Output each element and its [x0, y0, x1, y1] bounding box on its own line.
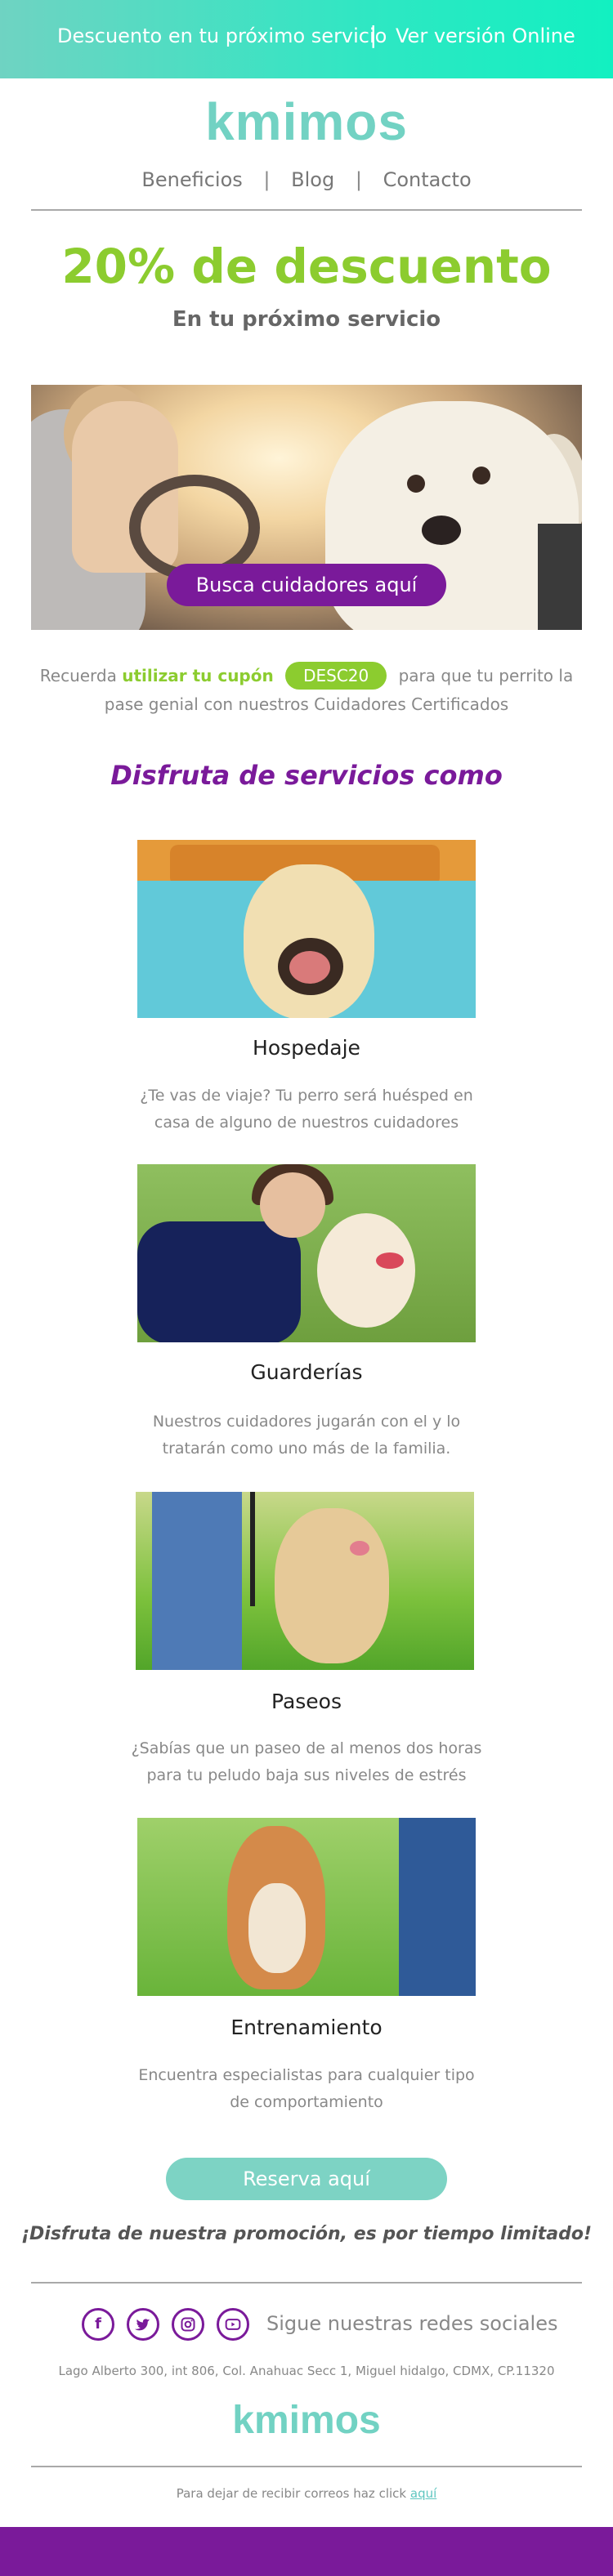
- banner-separator: |: [369, 21, 378, 48]
- top-banner: Descuento en tu próximo servicio | Ver v…: [0, 0, 613, 78]
- discount-subheadline: En tu próximo servicio: [172, 307, 441, 332]
- nav-separator: |: [263, 168, 271, 191]
- header-divider: [31, 209, 582, 211]
- footer-divider-bottom: [31, 2466, 582, 2467]
- service-desc-line: ¿Sabías que un paseo de al menos dos hor…: [131, 1739, 482, 1757]
- service-desc-line: ¿Te vas de viaje? Tu perro será huésped …: [140, 1087, 473, 1105]
- service-desc-line: para tu peludo baja sus niveles de estré…: [146, 1766, 467, 1784]
- unsubscribe-text: Para dejar de recibir correos haz click …: [0, 2486, 613, 2501]
- service-title-entrenamiento: Entrenamiento: [230, 2016, 383, 2039]
- service-desc-line: Encuentra especialistas para cualquier t…: [138, 2066, 475, 2084]
- service-desc-line: casa de alguno de nuestros cuidadores: [154, 1114, 459, 1132]
- promo-text: ¡Disfruta de nuestra promoción, es por t…: [21, 2224, 592, 2244]
- company-address: Lago Alberto 300, int 806, Col. Anahuac …: [58, 2364, 555, 2378]
- coupon-suffix: para que tu perrito la: [398, 666, 574, 685]
- service-desc-line: de comportamiento: [230, 2093, 383, 2111]
- coupon-text-line2: pase genial con nuestros Cuidadores Cert…: [104, 694, 509, 714]
- services-heading: Disfruta de servicios como: [110, 760, 503, 791]
- coupon-highlight: utilizar tu cupón: [122, 666, 274, 685]
- coupon-prefix: Recuerda: [39, 666, 117, 685]
- service-desc-line: tratarán como uno más de la familia.: [162, 1440, 451, 1458]
- coupon-text: Recuerda utilizar tu cupón DESC20 para q…: [0, 662, 613, 690]
- nav-item-blog[interactable]: Blog: [291, 168, 334, 191]
- find-caregivers-button[interactable]: Busca cuidadores aquí: [167, 564, 446, 606]
- view-online-link[interactable]: Ver versión Online: [396, 25, 575, 47]
- unsubscribe-link[interactable]: aquí: [410, 2486, 436, 2501]
- main-nav: Beneficios | Blog | Contacto: [0, 168, 613, 191]
- service-desc-entrenamiento: Encuentra especialistas para cualquier t…: [123, 2062, 490, 2116]
- service-desc-paseos: ¿Sabías que un paseo de al menos dos hor…: [123, 1735, 490, 1789]
- service-image-paseos: [136, 1492, 474, 1670]
- nav-item-beneficios[interactable]: Beneficios: [141, 168, 242, 191]
- service-desc-hospedaje: ¿Te vas de viaje? Tu perro será huésped …: [123, 1083, 490, 1136]
- reserve-button[interactable]: Reserva aquí: [166, 2158, 447, 2200]
- service-title-paseos: Paseos: [271, 1690, 342, 1713]
- service-image-entrenamiento: [137, 1818, 476, 1996]
- service-desc-guarderias: Nuestros cuidadores jugarán con el y lo …: [123, 1409, 490, 1462]
- facebook-icon[interactable]: f: [82, 2308, 114, 2341]
- unsubscribe-label: Para dejar de recibir correos haz click: [176, 2486, 407, 2501]
- service-image-hospedaje: [137, 840, 476, 1018]
- nav-item-contacto[interactable]: Contacto: [383, 168, 472, 191]
- service-image-guarderias: [137, 1164, 476, 1342]
- discount-headline: 20% de descuento: [61, 239, 552, 294]
- nav-separator: |: [355, 168, 362, 191]
- discount-banner-text: Descuento en tu próximo servicio: [57, 25, 387, 47]
- service-desc-line: Nuestros cuidadores jugarán con el y lo: [152, 1413, 461, 1431]
- footer-bar: [0, 2527, 613, 2576]
- twitter-icon[interactable]: [127, 2308, 159, 2341]
- service-title-guarderias: Guarderías: [250, 1360, 363, 1384]
- service-title-hospedaje: Hospedaje: [253, 1036, 360, 1060]
- social-label: Sigue nuestras redes sociales: [266, 2312, 558, 2335]
- kmimos-footer-logo[interactable]: kmimos: [0, 2398, 613, 2443]
- footer-divider: [31, 2282, 582, 2284]
- instagram-icon[interactable]: [172, 2308, 204, 2341]
- kmimos-logo[interactable]: kmimos: [0, 92, 613, 152]
- youtube-icon[interactable]: [217, 2308, 249, 2341]
- coupon-code-badge: DESC20: [285, 662, 387, 690]
